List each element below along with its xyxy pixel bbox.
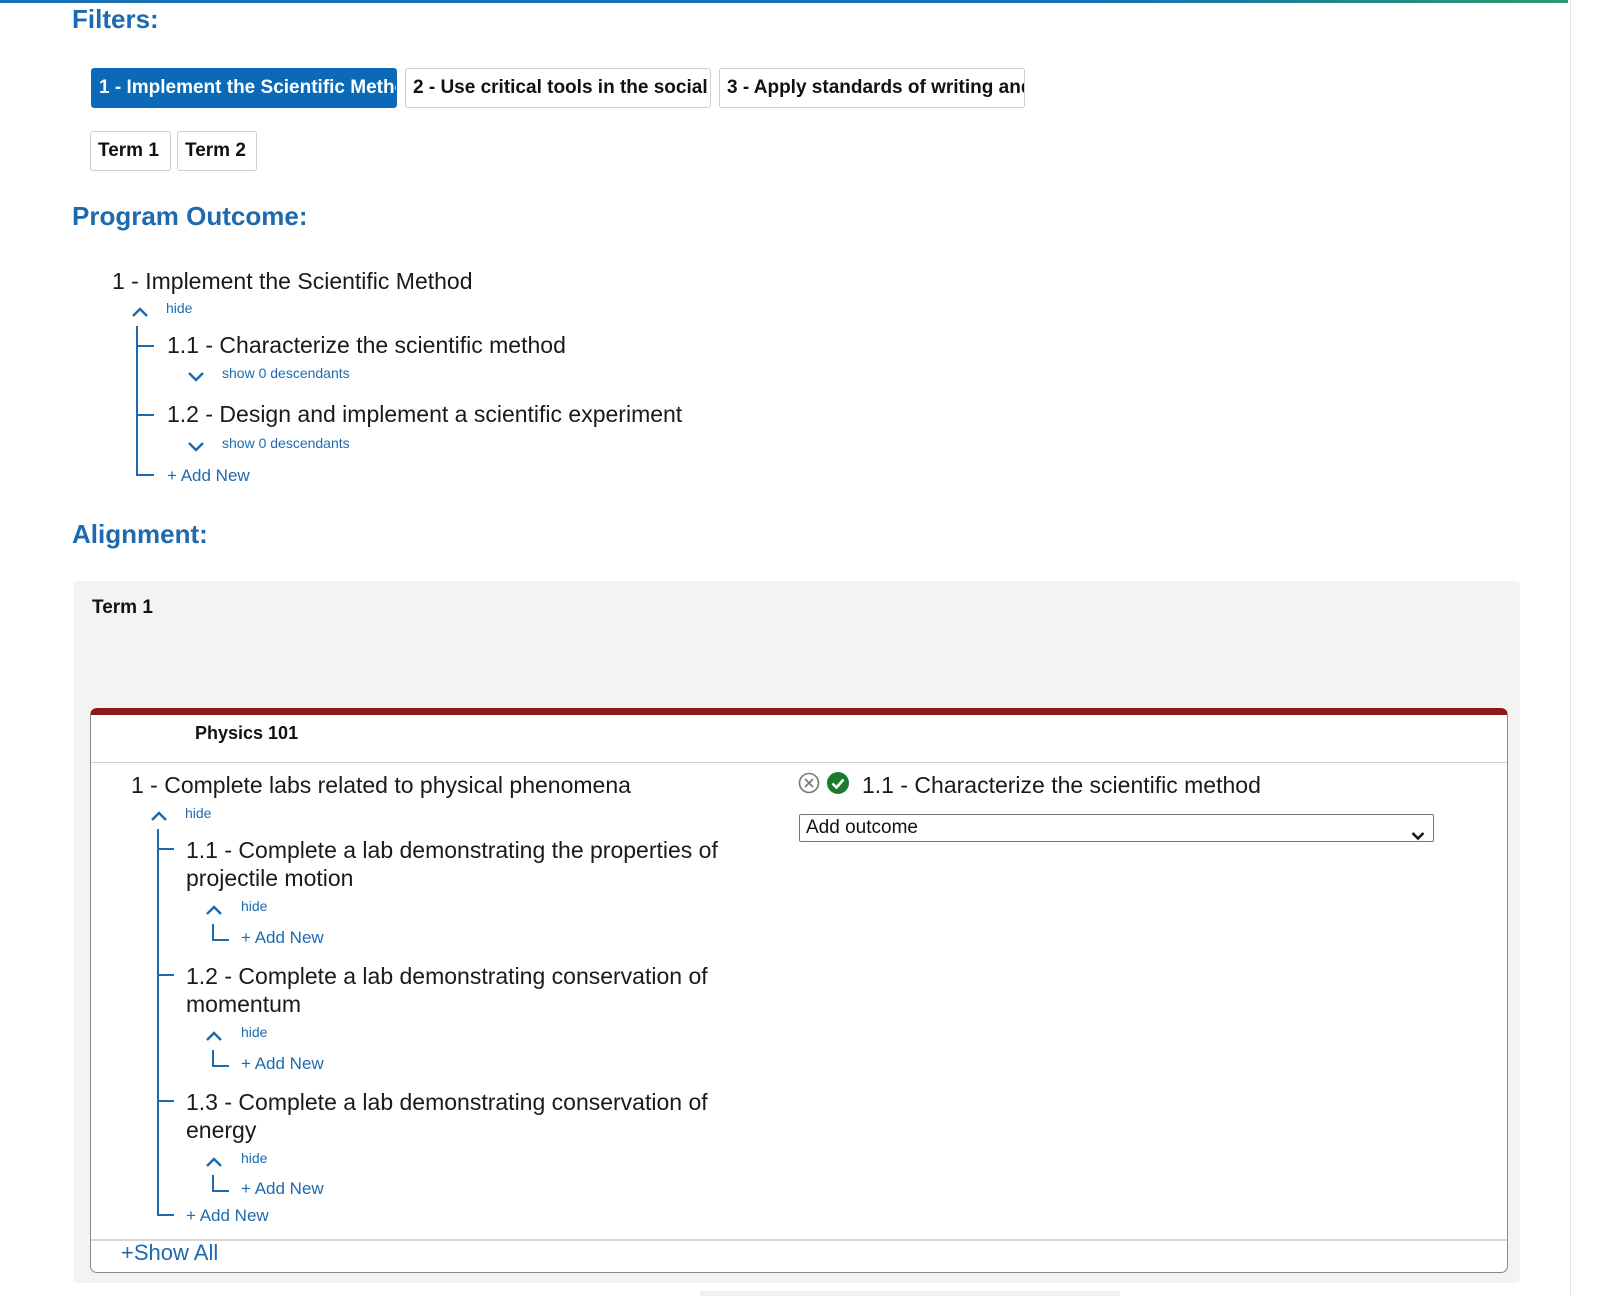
add-outcome-select-value: Add outcome [806,817,918,838]
course-title: Physics 101 [195,723,299,743]
child-hide-toggle[interactable]: hide [241,1150,267,1166]
add-outcome-select[interactable]: Add outcome [799,814,1434,842]
aligned-outcome-row: 1.1 - Characterize the scientific method [798,771,1261,800]
tree-branch [212,1190,229,1192]
outcome-label: Complete a lab demonstrating conservatio… [186,1089,708,1143]
outcome-label: Characterize the scientific method [914,772,1261,798]
chevron-up-icon[interactable] [205,904,223,916]
tree-branch [157,848,174,850]
program-outcome-child-2: 1.2 - Design and implement a scientific … [167,401,682,428]
outcome-label: Design and implement a scientific experi… [219,401,683,427]
show-descendants-toggle[interactable]: show 0 descendants [222,365,350,381]
outcome-number: 1.2 - [167,401,214,427]
course-outcome-hide-toggle[interactable]: hide [185,805,211,821]
child-hide-toggle[interactable]: hide [241,1024,267,1040]
chevron-up-icon[interactable] [205,1030,223,1042]
tree-branch [136,414,154,416]
program-outcome-hide-toggle[interactable]: hide [166,300,192,316]
tree-branch [157,1100,174,1102]
chevron-up-icon[interactable] [205,1156,223,1168]
aligned-outcome-label: 1.1 - Characterize the scientific method [862,772,1261,799]
outcome-number: 1.1 - [186,837,233,863]
outcome-label: Characterize the scientific method [219,332,566,358]
alignment-title: Alignment: [72,519,208,549]
bottom-edge-element [700,1291,1120,1296]
chevron-down-icon[interactable] [187,370,205,382]
outcome-number: 1 - [112,268,139,294]
filters-title: Filters: [72,4,159,34]
program-outcome-child-1: 1.1 - Characterize the scientific method [167,332,566,359]
chevron-up-icon[interactable] [150,810,168,822]
tree-branch [212,1065,229,1067]
outcome-number: 1.2 - [186,963,233,989]
tab-outcome-3[interactable]: 3 - Apply standards of writing and citat… [719,68,1025,108]
outcome-number: 1.1 - [167,332,214,358]
course-outcome-root: 1 - Complete labs related to physical ph… [131,772,631,799]
outcome-label: Complete a lab demonstrating conservatio… [186,963,708,1017]
outcome-number: 1.1 - [862,772,909,798]
program-outcome-root: 1 - Implement the Scientific Method [112,268,473,295]
chevron-down-icon [1411,823,1425,849]
show-all-button[interactable]: +Show All [121,1240,218,1266]
chevron-up-icon[interactable] [131,306,149,318]
course-outcome-child-3: 1.3 - Complete a lab demonstrating conse… [186,1088,726,1144]
outcome-label: Complete a lab demonstrating the propert… [186,837,718,891]
program-outcome-title: Program Outcome: [72,201,308,231]
circle-x-icon[interactable] [798,772,820,799]
outcome-label: Implement the Scientific Method [145,268,473,294]
tree-branch [157,974,174,976]
term-panel-label: Term 1 [92,597,153,618]
tree-line [157,829,159,1216]
tree-branch [136,474,154,476]
outcome-number: 1 - [131,772,158,798]
child-add-new[interactable]: + Add New [241,1054,324,1074]
tab-term-1[interactable]: Term 1 [90,131,171,171]
child-add-new[interactable]: + Add New [241,928,324,948]
tab-outcome-2[interactable]: 2 - Use critical tools in the social sci… [405,68,711,108]
card-footer-divider [91,1239,1507,1241]
tree-branch [157,1214,174,1216]
tree-branch [136,345,154,347]
course-outcome-child-2: 1.2 - Complete a lab demonstrating conse… [186,962,726,1018]
chevron-down-icon[interactable] [187,440,205,452]
top-accent-line [0,0,1568,3]
outcome-number: 1.3 - [186,1089,233,1115]
vertical-scrollbar[interactable] [1570,0,1600,1296]
program-outcome-add-new[interactable]: + Add New [167,466,250,486]
tab-outcome-1[interactable]: 1 - Implement the Scientific Method [91,68,397,108]
outcome-label: Complete labs related to physical phenom… [164,772,631,798]
course-outcome-add-new[interactable]: + Add New [186,1206,269,1226]
tab-term-2[interactable]: Term 2 [177,131,257,171]
child-add-new[interactable]: + Add New [241,1179,324,1199]
tree-branch [212,939,229,941]
show-descendants-toggle[interactable]: show 0 descendants [222,435,350,451]
child-hide-toggle[interactable]: hide [241,898,267,914]
tree-line [136,326,138,476]
card-header-divider [91,762,1507,763]
course-outcome-child-1: 1.1 - Complete a lab demonstrating the p… [186,836,726,892]
check-circle-icon [826,771,850,800]
